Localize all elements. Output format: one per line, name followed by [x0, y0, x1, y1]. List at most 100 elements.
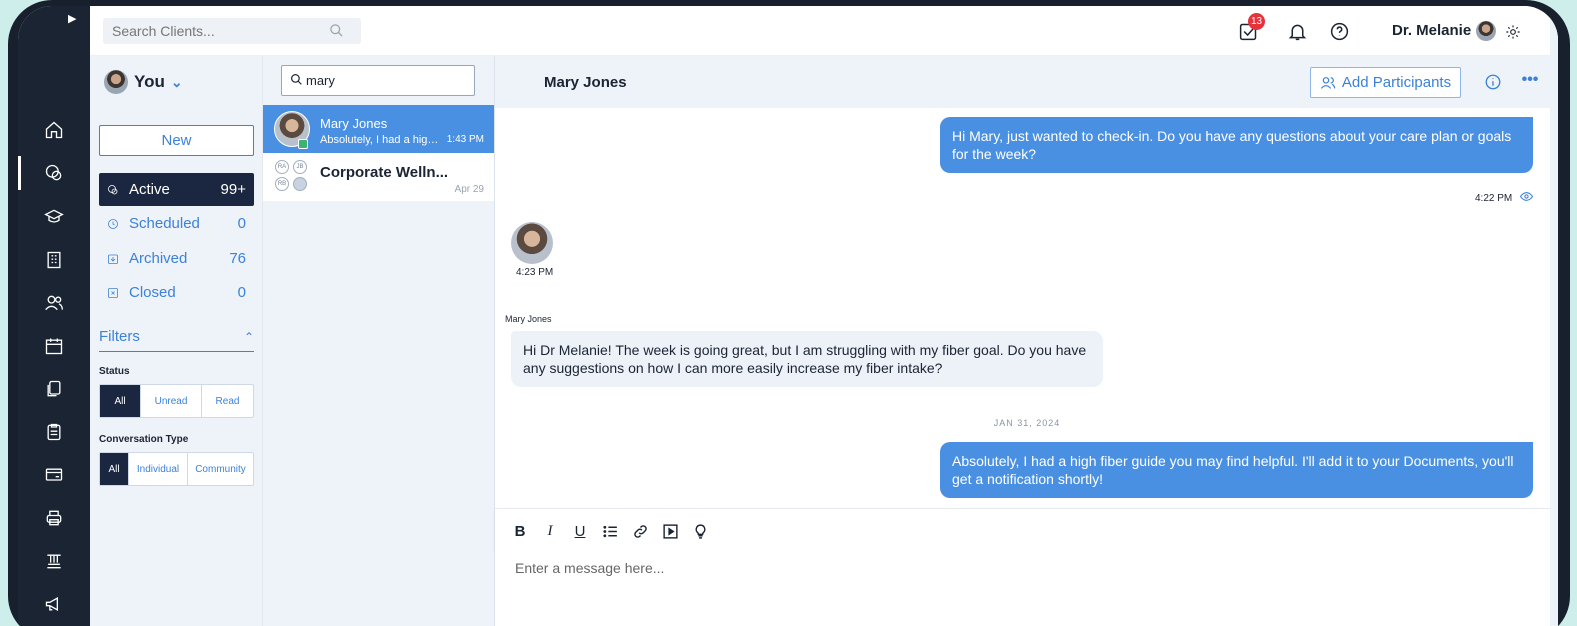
chat-header: Mary Jones Add Participants •••: [495, 56, 1558, 108]
owner-avatar: [104, 70, 128, 94]
message-bubble-outgoing: Absolutely, I had a high fiber guide you…: [940, 442, 1533, 498]
help-icon[interactable]: [1327, 19, 1351, 43]
device-frame: ▶ 13 Dr. Melanie: [8, 0, 1570, 626]
bold-button[interactable]: B: [509, 520, 531, 542]
tasks-badge: 13: [1248, 13, 1266, 30]
bullet-list-icon[interactable]: [599, 520, 621, 542]
add-participants-button[interactable]: Add Participants: [1310, 67, 1461, 98]
message-bubble-incoming: Hi Dr Melanie! The week is going great, …: [511, 331, 1103, 387]
archive-icon: [107, 252, 121, 266]
folder-active[interactable]: Active 99+: [99, 173, 254, 206]
conversation-search-input[interactable]: [306, 66, 466, 95]
active-indicator: [18, 156, 21, 190]
top-bar: 13 Dr. Melanie: [90, 6, 1558, 56]
chevron-down-icon: ⌄: [170, 73, 183, 90]
graduation-cap-icon[interactable]: [42, 205, 66, 229]
user-avatar[interactable]: [1476, 21, 1496, 41]
new-conversation-button[interactable]: New: [99, 125, 254, 156]
folder-label: Active: [129, 181, 170, 198]
clock-icon: [107, 217, 121, 231]
status-read-option[interactable]: Read: [202, 385, 253, 417]
nav-rail: ▶: [18, 6, 90, 626]
date-divider: JAN 31, 2024: [993, 418, 1061, 428]
chat-icon: [107, 183, 121, 197]
client-search-input[interactable]: [103, 18, 303, 44]
conversation-name: Mary Jones: [320, 116, 388, 131]
bell-icon[interactable]: [1285, 19, 1309, 43]
folder-closed[interactable]: Closed 0: [99, 276, 254, 309]
app-screen: ▶ 13 Dr. Melanie: [18, 6, 1558, 626]
screen-edge: [1550, 6, 1558, 626]
folder-label: Archived: [129, 250, 188, 267]
participant-avatar: RA: [275, 160, 289, 174]
owner-selector[interactable]: You ⌄: [104, 70, 183, 94]
folder-filter-panel: You ⌄ New Active 99+ Scheduled 0 Archive…: [90, 56, 263, 626]
chat-title: Mary Jones: [544, 74, 627, 91]
message-bubble-outgoing: Hi Mary, just wanted to check-in. Do you…: [940, 117, 1533, 173]
status-all-option[interactable]: All: [100, 385, 141, 417]
megaphone-icon[interactable]: [42, 592, 66, 616]
calendar-icon[interactable]: [42, 334, 66, 358]
info-icon[interactable]: [1483, 72, 1503, 92]
status-filter: All Unread Read: [99, 384, 254, 418]
conversation-item[interactable]: RA JB RB Corporate Welln... Apr 29: [263, 153, 494, 201]
chat-icon[interactable]: [42, 161, 66, 185]
folder-count: 99+: [220, 181, 246, 198]
type-all-option[interactable]: All: [100, 453, 129, 485]
awards-icon[interactable]: [42, 549, 66, 573]
conversation-name: Corporate Welln...: [320, 164, 449, 181]
chevron-up-icon: ⌃: [243, 329, 254, 344]
conversation-list-panel: Mary Jones Absolutely, I had a high fibe…: [263, 56, 494, 626]
status-unread-option[interactable]: Unread: [141, 385, 202, 417]
tasks-icon[interactable]: 13: [1236, 13, 1266, 43]
folder-label: Scheduled: [129, 215, 200, 232]
search-icon[interactable]: [329, 23, 344, 38]
participant-avatar: [293, 177, 307, 191]
search-icon: [291, 74, 302, 85]
conversation-search-box: [281, 65, 475, 96]
closed-box-icon: [107, 286, 121, 300]
participant-avatar: JB: [293, 160, 307, 174]
documents-icon[interactable]: [42, 377, 66, 401]
folder-archived[interactable]: Archived 76: [99, 242, 254, 275]
expand-rail-icon[interactable]: ▶: [68, 12, 76, 25]
gear-icon[interactable]: [1501, 20, 1525, 44]
type-community-option[interactable]: Community: [188, 453, 253, 485]
folder-count: 0: [237, 284, 246, 301]
italic-button[interactable]: I: [539, 520, 561, 542]
folder-count: 76: [229, 250, 246, 267]
printer-icon[interactable]: [42, 506, 66, 530]
formatting-toolbar: B I U: [495, 508, 1555, 550]
conversation-item[interactable]: Mary Jones Absolutely, I had a high fibe…: [263, 105, 494, 153]
read-receipt-eye-icon: [1520, 192, 1533, 201]
billing-icon[interactable]: [42, 463, 66, 487]
message-input[interactable]: [515, 560, 1535, 620]
type-individual-option[interactable]: Individual: [129, 453, 188, 485]
conversation-type-label: Conversation Type: [99, 434, 189, 445]
home-icon[interactable]: [42, 118, 66, 142]
verified-badge-icon: [298, 139, 308, 149]
building-icon[interactable]: [42, 248, 66, 272]
filters-toggle[interactable]: Filters ⌃: [99, 322, 254, 352]
participant-avatar: RB: [275, 177, 289, 191]
message-sender: Mary Jones: [505, 314, 552, 324]
conversation-preview: Absolutely, I had a high fiber guide: [320, 134, 444, 146]
underline-button[interactable]: U: [569, 520, 591, 542]
folder-scheduled[interactable]: Scheduled 0: [99, 207, 254, 240]
users-icon[interactable]: [42, 291, 66, 315]
contact-avatar: [511, 222, 553, 264]
status-filter-label: Status: [99, 366, 130, 377]
video-icon[interactable]: [659, 520, 681, 542]
user-name[interactable]: Dr. Melanie: [1392, 22, 1471, 39]
folder-label: Closed: [129, 284, 176, 301]
conversation-time: 1:43 PM: [446, 134, 484, 145]
lightbulb-icon[interactable]: [689, 520, 711, 542]
client-search-box: [103, 18, 361, 44]
owner-label: You: [134, 72, 165, 91]
message-time: 4:23 PM: [516, 267, 554, 278]
add-participants-label: Add Participants: [1341, 74, 1452, 91]
message-composer: [495, 550, 1555, 626]
more-options-icon[interactable]: •••: [1520, 70, 1540, 90]
clipboard-icon[interactable]: [42, 420, 66, 444]
link-icon[interactable]: [629, 520, 651, 542]
